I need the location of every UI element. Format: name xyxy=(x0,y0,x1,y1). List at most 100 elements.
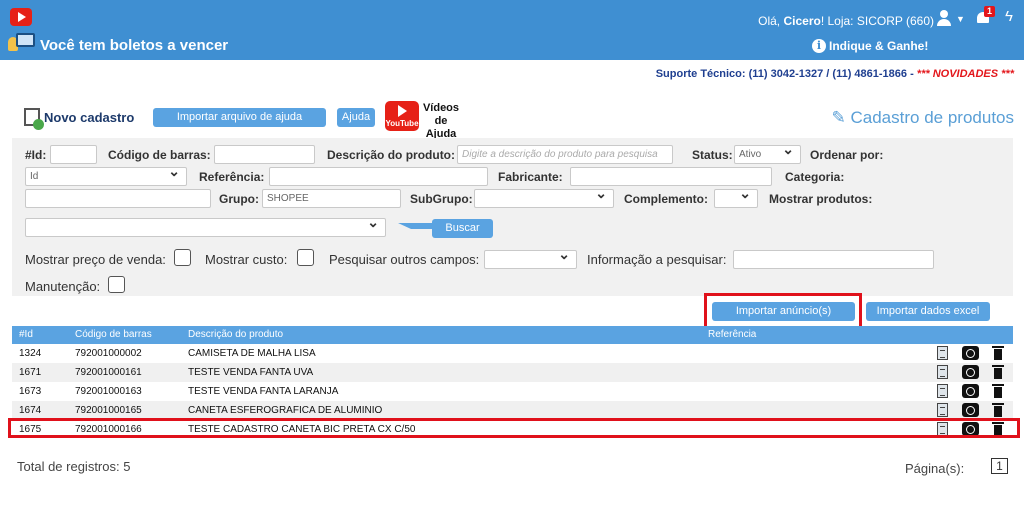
status-select[interactable]: Ativo xyxy=(734,145,801,164)
details-icon[interactable] xyxy=(937,365,948,379)
referencia-label: Referência: xyxy=(199,170,265,184)
categoria-input[interactable] xyxy=(25,189,211,208)
cell-descricao: CANETA ESFEROGRAFICA DE ALUMINIO xyxy=(188,405,383,416)
youtube-play-icon: YouTube xyxy=(385,101,419,131)
trash-icon[interactable] xyxy=(992,403,1004,417)
store-text: ! Loja: SICORP (660) xyxy=(820,14,934,28)
categoria-label: Categoria: xyxy=(785,170,845,184)
id-label: #Id: xyxy=(25,148,47,162)
user-name: Cicero xyxy=(783,14,821,28)
complemento-label: Complemento: xyxy=(624,192,708,206)
trash-icon[interactable] xyxy=(992,346,1004,360)
page-title: ✎ Cadastro de produtos xyxy=(831,108,1014,127)
mostrar-produtos-label: Mostrar produtos: xyxy=(769,192,873,206)
manutencao-checkbox[interactable] xyxy=(108,276,125,293)
subgrupo-label: SubGrupo: xyxy=(410,192,473,206)
complemento-select[interactable] xyxy=(714,189,758,208)
col-id[interactable]: #Id xyxy=(19,329,33,340)
boleto-alert-title[interactable]: Você tem boletos a vencer xyxy=(40,37,228,54)
camera-icon[interactable] xyxy=(962,346,979,360)
table-row[interactable]: 1324 792001000002 CAMISETA DE MALHA LISA xyxy=(12,344,1013,363)
pesquisar-outros-select[interactable] xyxy=(484,250,577,269)
cell-descricao: TESTE VENDA FANTA LARANJA xyxy=(188,386,339,397)
support-phone: Suporte Técnico: (11) 3042-1327 / (11) 4… xyxy=(655,68,917,80)
cell-barcode: 792001000165 xyxy=(75,405,142,416)
highlight-box-row xyxy=(8,418,1020,438)
importar-excel-button[interactable]: Importar dados excel xyxy=(866,302,990,321)
trash-icon[interactable] xyxy=(992,384,1004,398)
expand-filters-chevron-icon[interactable] xyxy=(396,223,426,237)
ordenar-select[interactable]: Id xyxy=(25,167,187,186)
mostrar-produtos-select[interactable] xyxy=(25,218,386,237)
user-store-info: Olá, Cicero! Loja: SICORP (660) xyxy=(758,14,934,28)
paginas-label: Página(s): xyxy=(905,461,965,476)
grupo-input[interactable]: SHOPEE xyxy=(262,189,401,208)
edit-icon: ✎ xyxy=(831,108,851,127)
barcode-input[interactable] xyxy=(214,145,315,164)
mostrar-custo-checkbox[interactable] xyxy=(297,249,314,266)
cell-id: 1324 xyxy=(19,348,42,359)
videos-ajuda-label: Vídeos de Ajuda xyxy=(422,102,460,140)
cell-descricao: TESTE VENDA FANTA UVA xyxy=(188,367,314,378)
informacao-input[interactable] xyxy=(733,250,934,269)
details-icon[interactable] xyxy=(937,346,948,360)
videos-ajuda-button[interactable]: YouTube Vídeos de Ajuda xyxy=(385,101,461,140)
novo-cadastro-button[interactable]: Novo cadastro xyxy=(44,110,134,125)
col-descricao[interactable]: Descrição do produto xyxy=(188,329,283,340)
buscar-button[interactable]: Buscar xyxy=(432,219,493,238)
col-referencia[interactable]: Referência xyxy=(708,329,756,340)
descricao-input[interactable]: Digite a descrição do produto para pesqu… xyxy=(457,145,673,164)
cell-descricao: CAMISETA DE MALHA LISA xyxy=(188,348,316,359)
importar-arquivo-ajuda-button[interactable]: Importar arquivo de ajuda xyxy=(153,108,326,127)
bolt-icon[interactable]: ϟ xyxy=(1005,8,1013,25)
notification-badge: 1 xyxy=(984,6,996,17)
boleto-alert-icon xyxy=(8,31,36,53)
camera-icon[interactable] xyxy=(962,365,979,379)
pesquisar-outros-label: Pesquisar outros campos: xyxy=(329,252,480,267)
mostrar-preco-checkbox[interactable] xyxy=(174,249,191,266)
ordenar-label: Ordenar por: xyxy=(810,148,884,162)
caret-down-icon[interactable]: ▼ xyxy=(956,14,965,24)
cell-barcode: 792001000161 xyxy=(75,367,142,378)
trash-icon[interactable] xyxy=(992,365,1004,379)
details-icon[interactable] xyxy=(937,403,948,417)
status-label: Status: xyxy=(692,148,733,162)
info-icon: i xyxy=(812,39,826,53)
support-line: Suporte Técnico: (11) 3042-1327 / (11) 4… xyxy=(656,68,1014,80)
fabricante-input[interactable] xyxy=(570,167,772,186)
highlight-box-importar xyxy=(704,293,862,329)
mostrar-custo-label: Mostrar custo: xyxy=(205,252,288,267)
novidades-link[interactable]: *** NOVIDADES *** xyxy=(917,68,1014,80)
indique-ganhe-link[interactable]: Indique & Ganhe! xyxy=(829,39,928,53)
id-input[interactable] xyxy=(50,145,97,164)
col-barcode[interactable]: Código de barras xyxy=(75,329,152,340)
camera-icon[interactable] xyxy=(962,403,979,417)
barcode-label: Código de barras: xyxy=(108,148,211,162)
top-header: Você tem boletos a vencer Olá, Cicero! L… xyxy=(0,0,1024,60)
informacao-label: Informação a pesquisar: xyxy=(587,252,727,267)
cell-barcode: 792001000163 xyxy=(75,386,142,397)
user-icon[interactable] xyxy=(935,10,953,26)
grupo-label: Grupo: xyxy=(219,192,259,206)
cell-id: 1671 xyxy=(19,367,42,378)
table-row[interactable]: 1673 792001000163 TESTE VENDA FANTA LARA… xyxy=(12,382,1013,401)
cell-barcode: 792001000002 xyxy=(75,348,142,359)
greeting-text: Olá, xyxy=(758,14,784,28)
table-row[interactable]: 1671 792001000161 TESTE VENDA FANTA UVA xyxy=(12,363,1013,382)
details-icon[interactable] xyxy=(937,384,948,398)
mostrar-preco-label: Mostrar preço de venda: xyxy=(25,252,166,267)
table-header: #Id Código de barras Descrição do produt… xyxy=(12,326,1013,344)
page-number-button[interactable]: 1 xyxy=(991,458,1008,474)
subgrupo-select[interactable] xyxy=(474,189,614,208)
descricao-label: Descrição do produto: xyxy=(327,148,456,162)
ajuda-button[interactable]: Ajuda xyxy=(337,108,375,127)
cell-id: 1674 xyxy=(19,405,42,416)
fabricante-label: Fabricante: xyxy=(498,170,563,184)
cell-id: 1673 xyxy=(19,386,42,397)
total-registros: Total de registros: 5 xyxy=(17,459,131,474)
camera-icon[interactable] xyxy=(962,384,979,398)
new-document-icon[interactable] xyxy=(24,108,44,130)
referencia-input[interactable] xyxy=(269,167,488,186)
youtube-icon[interactable] xyxy=(10,8,32,26)
manutencao-label: Manutenção: xyxy=(25,279,101,294)
